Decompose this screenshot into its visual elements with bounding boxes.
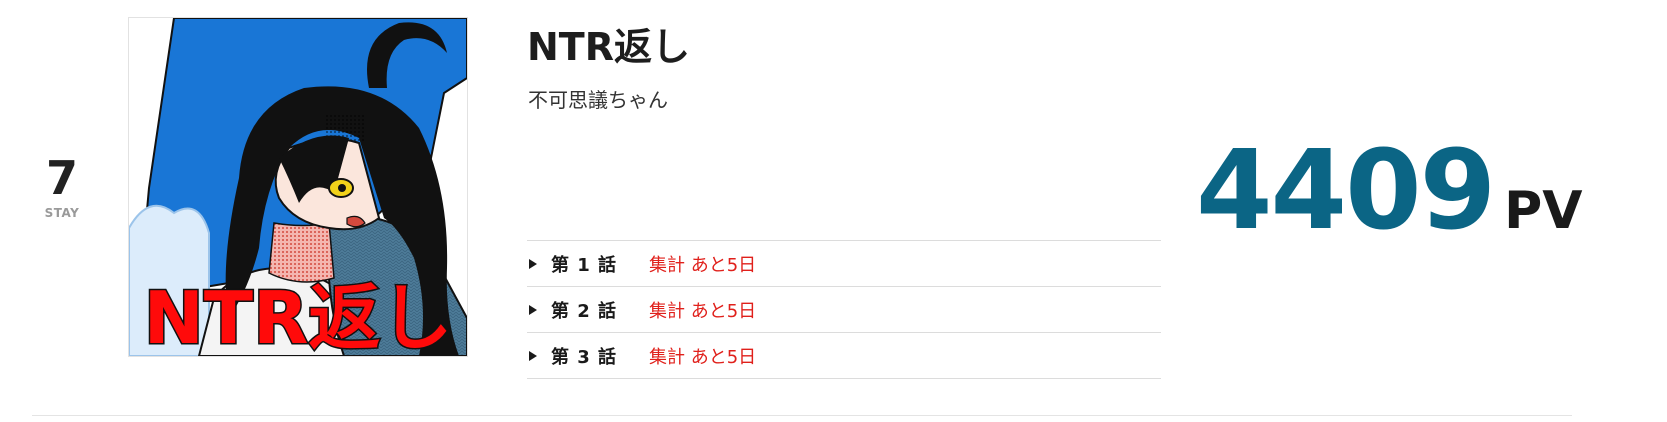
- pv-count: 4409: [1196, 126, 1496, 254]
- rank-status: STAY: [44, 206, 80, 220]
- rank-block: 7 STAY: [30, 152, 94, 220]
- episode-row-2[interactable]: 第 2 話 集計 あと5日: [527, 287, 1161, 333]
- episode-status: 集計 あと5日: [649, 300, 757, 322]
- rank-number: 7: [45, 151, 78, 205]
- expand-triangle-icon: [529, 304, 537, 315]
- episode-status: 集計 あと5日: [649, 346, 757, 368]
- episode-row-1[interactable]: 第 1 話 集計 あと5日: [527, 241, 1161, 287]
- episode-label: 第 3 話: [551, 346, 618, 368]
- episode-row-3[interactable]: 第 3 話 集計 あと5日: [527, 333, 1161, 379]
- cover-overlay-text: NTR返し: [144, 276, 453, 356]
- episode-label: 第 1 話: [551, 254, 618, 276]
- ranking-row: 7 STAY NTR返し NTR返し 不可思議ちゃん 第 1 話 集計 あと5日…: [0, 0, 1667, 422]
- episode-list: 第 1 話 集計 あと5日 第 2 話 集計 あと5日 第 3 話 集計 あと5…: [527, 240, 1161, 379]
- comic-title[interactable]: NTR返し: [527, 22, 690, 72]
- expand-triangle-icon: [529, 258, 537, 269]
- cover-image[interactable]: NTR返し: [128, 17, 468, 357]
- row-divider: [32, 415, 1572, 416]
- pv-unit: PV: [1504, 181, 1583, 241]
- episode-status: 集計 あと5日: [649, 254, 757, 276]
- author-name[interactable]: 不可思議ちゃん: [528, 86, 668, 114]
- expand-triangle-icon: [529, 350, 537, 361]
- episode-label: 第 2 話: [551, 300, 618, 322]
- page-views: 4409 PV: [1196, 130, 1583, 250]
